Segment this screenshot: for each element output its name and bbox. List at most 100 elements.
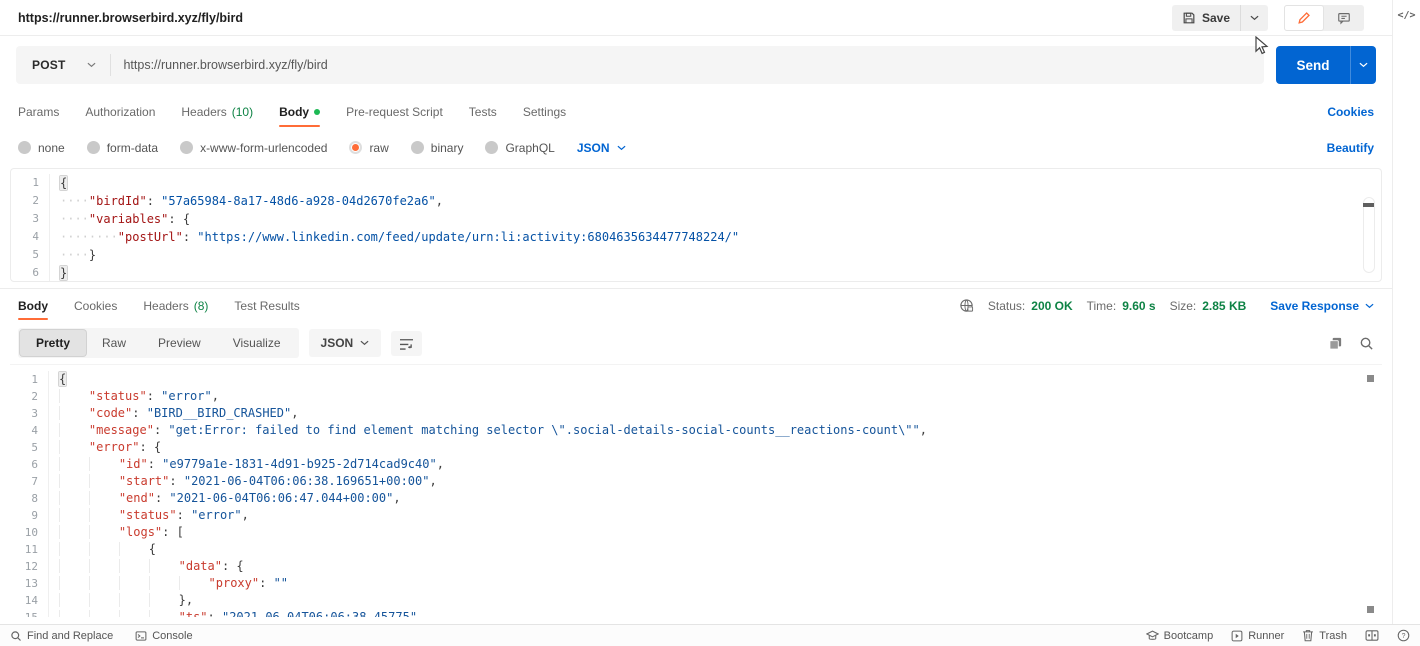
edit-request-button[interactable] <box>1284 4 1324 31</box>
code-line: 5 "error": { <box>10 439 1382 456</box>
comments-button[interactable] <box>1324 5 1364 31</box>
request-tabs-row: Params Authorization Headers (10) Body Pre-re… <box>0 94 1392 129</box>
split-panes-button[interactable] <box>1365 630 1379 641</box>
view-raw[interactable]: Raw <box>86 330 142 356</box>
response-body-viewer[interactable]: 1{2 "status": "error", 3 "code": "BIRD__B… <box>10 364 1382 617</box>
runner-button[interactable]: Runner <box>1231 630 1284 642</box>
view-preview[interactable]: Preview <box>142 330 217 356</box>
code-content: "logs": [ <box>48 524 184 541</box>
code-line: 5 ····} <box>11 246 1381 264</box>
body-type-graphql[interactable]: GraphQL <box>485 140 555 155</box>
help-button[interactable]: ? <box>1397 629 1410 642</box>
line-number: 4 <box>31 424 38 437</box>
line-number: 2 <box>31 390 38 403</box>
code-content: { <box>49 174 68 192</box>
response-tab-test-results[interactable]: Test Results <box>234 289 299 322</box>
network-globe-icon[interactable] <box>959 298 974 313</box>
radio-label: x-www-form-urlencoded <box>200 140 328 155</box>
cookies-link[interactable]: Cookies <box>1327 105 1374 119</box>
tab-label: Params <box>18 104 60 119</box>
line-number: 11 <box>24 543 38 556</box>
request-tab-body[interactable]: Body <box>279 94 321 129</box>
save-response-button[interactable]: Save Response <box>1270 299 1374 313</box>
code-content: "end": "2021-06-04T06:06:47.044+00:00", <box>48 490 401 507</box>
request-url-box: POST <box>16 46 1264 84</box>
line-number: 3 <box>32 212 39 225</box>
response-toolbar: Pretty Raw Preview Visualize JSON <box>0 322 1392 364</box>
beautify-link[interactable]: Beautify <box>1327 141 1374 155</box>
radio-label: GraphQL <box>505 140 555 155</box>
save-button-group: Save <box>1171 4 1268 31</box>
request-tab-settings[interactable]: Settings <box>523 94 566 129</box>
body-type-none[interactable]: none <box>18 141 65 155</box>
trash-icon <box>1302 629 1314 642</box>
request-tabs: Params Authorization Headers (10) Body Pre-re… <box>18 94 592 129</box>
save-options-button[interactable] <box>1240 4 1268 31</box>
url-input[interactable] <box>111 58 1264 72</box>
split-panes-icon <box>1365 630 1379 641</box>
save-button-label: Save <box>1201 10 1230 25</box>
code-content: } <box>49 264 68 281</box>
code-content: "status": "error", <box>48 388 219 405</box>
code-line: 3 "code": "BIRD__BIRD_CRASHED", <box>10 405 1382 422</box>
save-icon <box>1182 11 1196 25</box>
request-tab-headers[interactable]: Headers (10) <box>181 94 253 129</box>
copy-response-icon[interactable] <box>1328 336 1343 351</box>
tab-label: Body <box>279 104 310 119</box>
edit-comment-toggle-group <box>1284 4 1364 31</box>
tab-label: Headers <box>181 104 227 119</box>
body-type-form-data[interactable]: form-data <box>86 141 158 155</box>
save-button[interactable]: Save <box>1172 5 1240 31</box>
request-tab-params[interactable]: Params <box>18 94 59 129</box>
response-tab-cookies[interactable]: Cookies <box>74 289 117 322</box>
code-content: { <box>48 371 67 388</box>
line-number: 13 <box>24 577 38 590</box>
graduation-cap-icon <box>1145 630 1159 642</box>
wrap-lines-button[interactable] <box>391 330 423 356</box>
scrollbar-track[interactable] <box>1363 197 1375 273</box>
radio-icon <box>410 141 424 154</box>
line-number: 8 <box>31 492 38 505</box>
chevron-down-icon <box>1250 15 1259 21</box>
view-pretty[interactable]: Pretty <box>20 330 87 356</box>
request-tab-pre-request-script[interactable]: Pre-request Script <box>346 94 443 129</box>
svg-text:?: ? <box>1402 633 1406 640</box>
comment-icon <box>1337 11 1351 25</box>
tab-label: Test Results <box>234 298 300 313</box>
line-number: 4 <box>32 230 39 243</box>
find-and-replace-button[interactable]: Find and Replace <box>10 630 113 642</box>
body-type-x-www-form-urlencoded[interactable]: x-www-form-urlencoded <box>180 141 327 155</box>
request-tab-tests[interactable]: Tests <box>469 94 497 129</box>
view-visualize[interactable]: Visualize <box>217 330 297 356</box>
send-button[interactable]: Send <box>1276 46 1376 84</box>
code-line: 6} <box>11 264 1381 281</box>
request-tab-authorization[interactable]: Authorization <box>85 94 155 129</box>
method-select[interactable]: POST <box>16 58 110 72</box>
response-meta: Status: 200 OK Time: 9.60 s Size: 2.85 K… <box>959 298 1374 313</box>
request-body-editor[interactable]: 1{2 ····"birdId": "57a65984-8a17-48d6-a92… <box>10 168 1382 282</box>
console-button[interactable]: Console <box>135 630 193 642</box>
line-number: 7 <box>31 475 38 488</box>
body-type-binary[interactable]: binary <box>410 141 463 155</box>
status-bar: Find and Replace Console Bootcamp Runner <box>0 624 1420 646</box>
code-snippet-toggle[interactable]: </> <box>1393 10 1420 21</box>
green-dot-icon <box>314 108 321 115</box>
send-options-button[interactable] <box>1350 46 1376 84</box>
code-content: "error": { <box>48 439 161 456</box>
status-value: 200 OK <box>1031 298 1073 313</box>
response-view-switch: Pretty Raw Preview Visualize <box>18 328 299 358</box>
scrollbar-thumb[interactable] <box>1363 203 1374 207</box>
bootcamp-button[interactable]: Bootcamp <box>1145 630 1213 642</box>
response-language-select[interactable]: JSON <box>308 329 382 357</box>
line-number: 14 <box>24 594 38 607</box>
code-content: "code": "BIRD__BIRD_CRASHED", <box>48 405 298 422</box>
response-tab-headers[interactable]: Headers (8) <box>143 289 208 322</box>
search-response-icon[interactable] <box>1359 336 1374 351</box>
trash-button[interactable]: Trash <box>1302 629 1347 642</box>
body-type-raw[interactable]: raw <box>349 141 389 155</box>
scrollbar-thumb[interactable] <box>1367 375 1374 382</box>
scrollbar-thumb[interactable] <box>1367 606 1374 613</box>
response-tab-body[interactable]: Body <box>18 289 48 322</box>
request-tab-bar: https://runner.browserbird.xyz/fly/bird … <box>0 0 1392 36</box>
request-language-select[interactable]: JSON <box>577 141 626 155</box>
